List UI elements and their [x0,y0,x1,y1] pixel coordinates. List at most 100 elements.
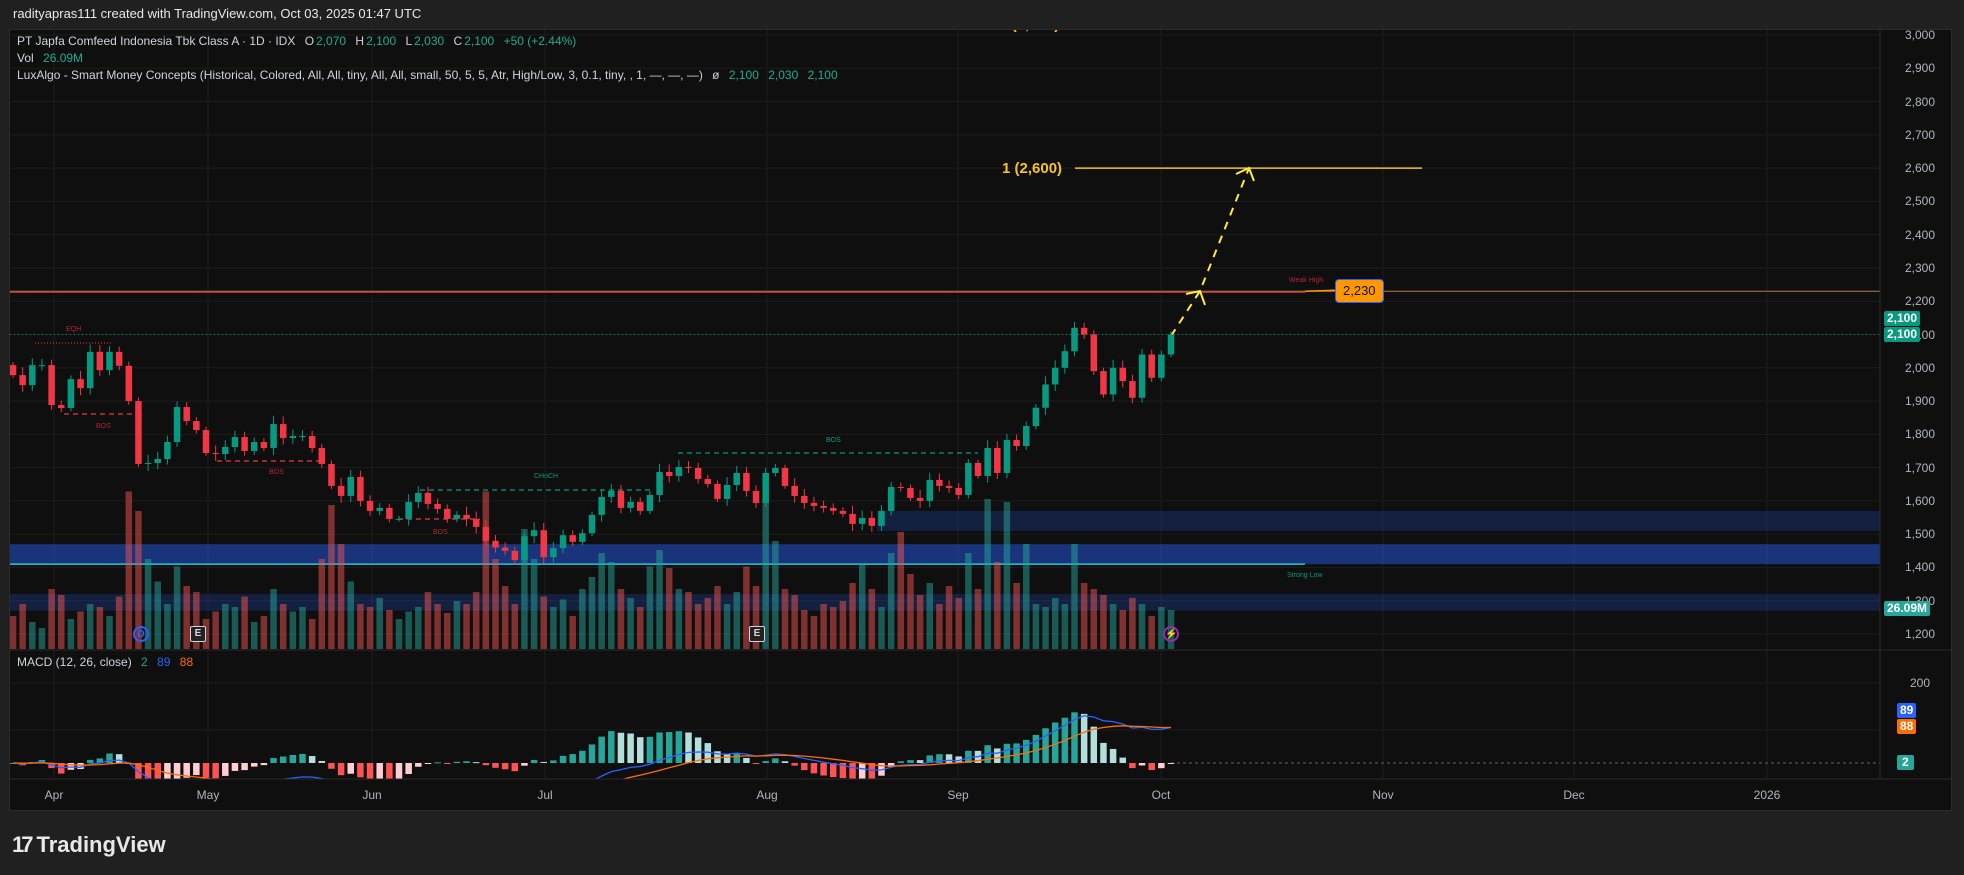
time-axis-label: Sep [947,788,969,802]
candle-down [511,550,519,561]
candle-up [67,379,75,409]
time-axis-label: Aug [756,788,778,802]
volume-bar [839,601,847,649]
bos-label: BOS [96,423,111,430]
macd-line-value: 89 [157,655,171,669]
volume-bar [444,613,451,649]
macd-histogram-bar [386,763,393,779]
volume-bar [241,596,248,649]
macd-histogram-bar [376,763,383,779]
macd-histogram-bar [115,754,123,763]
dividend-event-icon[interactable]: D [133,626,149,642]
candle-up [627,501,634,508]
price-axis-label: 1,900 [1904,394,1935,409]
grid [10,30,1880,779]
volume-bar [530,559,538,649]
volume-bar [1032,604,1040,649]
macd-histogram-bar [675,731,683,763]
volume-bar [637,607,644,649]
volume-bar [386,610,393,649]
macd-histogram-bar [482,763,490,766]
volume-bar [579,589,586,649]
candle-down [482,526,490,541]
macd-histogram-bar [434,762,441,764]
candle-down [308,436,316,449]
lightning-event-icon[interactable]: ⚡ [1163,626,1179,642]
volume-bar [260,616,268,649]
volume-bar [849,583,856,649]
smc-symbol: ø [712,68,720,82]
volume-bar [646,566,654,649]
macd-histogram-bar [424,763,432,764]
volume-tag: 26.09M [1884,601,1931,616]
volume-bar [308,619,316,649]
candle-down [839,510,847,514]
macd-legend[interactable]: MACD (12, 26, close) 2 89 88 [17,655,193,669]
candle-up [1042,384,1049,408]
volume-bar [453,601,461,649]
candle-down [386,507,393,519]
candle-down [820,505,827,508]
candle-down [202,430,210,453]
price-axis-label: 3,000 [1904,28,1935,42]
price-axis-label: 1,200 [1904,627,1935,642]
volume-bar [96,607,104,649]
target-price-label[interactable]: 2,230 [1335,279,1384,303]
macd-histogram-bar [588,744,596,763]
volume-bar [723,604,731,649]
weak-high-label: Weak High [1289,277,1324,284]
volume-bar [366,607,374,649]
earnings-event-icon[interactable]: E [190,626,206,642]
price-axis-label: 1,400 [1904,560,1935,575]
candle-up [415,492,422,502]
last-price-tag: 2,100 [1884,311,1921,326]
tradingview-logo[interactable]: 17 TradingView [12,832,166,858]
macd-histogram-bar [994,748,1001,763]
volume-bar [916,595,924,649]
candle-up [656,471,663,495]
macd-histogram-bar [772,758,779,763]
volume-bar [482,491,490,649]
candle-down [125,365,133,402]
macd-histogram-bar [579,750,586,763]
candle-up [675,466,683,476]
time-axis-label: Dec [1563,788,1585,802]
candle-down [791,485,798,496]
volume-legend[interactable]: Vol 26.09M [17,51,83,65]
chart-canvas[interactable] [0,0,1964,875]
earnings-event-icon[interactable]: E [749,626,765,642]
smc-legend[interactable]: LuxAlgo - Smart Money Concepts (Historic… [17,68,838,82]
candle-up [106,351,113,371]
order-block-zone [877,510,1880,531]
time-axis-label: 2026 [1753,788,1781,802]
volume-bar [540,596,547,649]
volume-bar [231,607,239,649]
smc-value: 2,100 [807,68,838,82]
macd-histogram-bar [559,755,567,763]
time-axis-label: Oct [1151,788,1171,802]
candle-up [1023,426,1030,447]
macd-histogram-bar [337,763,345,776]
macd-histogram-bar [405,763,412,774]
macd-histogram-bar [550,760,557,763]
price-axis-label: 2,300 [1904,260,1935,275]
candle-up [395,518,403,520]
candle-down [849,513,856,524]
fib-1-label[interactable]: 1 (2,600) [1002,160,1062,177]
volume-bar [926,583,933,649]
symbol-legend[interactable]: PT Japfa Comfeed Indonesia Tbk Class A ·… [17,34,576,48]
candle-up [1138,354,1146,398]
candle-down [492,540,499,548]
macd-histogram-bar [858,763,866,779]
macd-histogram-bar [945,754,953,763]
volume-bar [714,586,721,649]
candle-down [945,485,953,488]
bos-label: BOS [433,529,448,536]
candle-up [289,436,297,439]
macd-histogram-bar [1090,726,1098,763]
macd-histogram-bar [231,763,239,771]
candle-up [858,517,866,524]
price-axis-label: 2,900 [1904,61,1935,76]
open-label: O [304,34,315,48]
candle-down [916,497,924,501]
